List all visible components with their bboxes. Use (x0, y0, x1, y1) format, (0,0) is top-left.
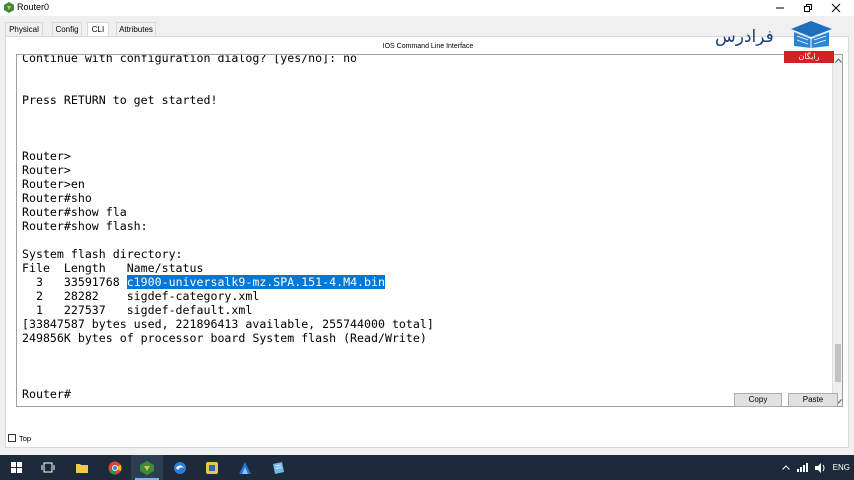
terminal-scrollbar[interactable] (832, 55, 842, 406)
packet-tracer-icon (140, 460, 154, 475)
terminal-line: Continue with configuration dialog? [yes… (22, 54, 822, 65)
terminal-line: Router>en (22, 177, 822, 191)
browser-button[interactable] (164, 455, 196, 480)
task-view-icon (41, 462, 55, 473)
restore-icon (804, 4, 812, 12)
terminal-line-text: System flash directory: (22, 247, 183, 261)
packet-tracer-app-icon (4, 2, 14, 13)
terminal-line-text: Router#show fla (22, 205, 127, 219)
terminal-line: Router#show fla (22, 205, 822, 219)
chrome-button[interactable] (99, 455, 131, 480)
top-checkbox[interactable] (8, 434, 16, 442)
terminal-line-text: Press RETURN to get started! (22, 93, 218, 107)
chevron-up-icon[interactable] (781, 465, 790, 470)
tab-physical[interactable]: Physical (5, 22, 43, 37)
terminal-line-text: Router#show flash: (22, 219, 148, 233)
draw-app-button[interactable] (229, 455, 261, 480)
terminal-line-text: 3 33591768 (22, 275, 127, 289)
packet-tracer-taskbar-button[interactable] (131, 455, 163, 480)
terminal-line: 1 227537 sigdef-default.xml (22, 303, 822, 317)
terminal-line: 3 33591768 c1900-universalk9-mz.SPA.151-… (22, 275, 822, 289)
terminal-line: Router# (22, 387, 822, 401)
maximize-button[interactable] (794, 0, 822, 16)
start-button[interactable] (0, 455, 32, 480)
terminal-line-text: Router>en (22, 177, 85, 191)
notes-icon (273, 461, 284, 474)
terminal-line-text: Router# (22, 387, 71, 401)
edge-icon (174, 461, 186, 474)
scroll-thumb[interactable] (835, 344, 841, 382)
selected-text[interactable]: c1900-universalk9-mz.SPA.151-4.M4.bin (126, 275, 385, 289)
copy-button[interactable]: Copy (734, 393, 782, 407)
terminal-line-text: 1 227537 sigdef-default.xml (22, 303, 253, 317)
logo-text: فرادرس (715, 27, 774, 47)
free-badge: رایگان (784, 51, 834, 63)
terminal-line: Router#show flash: (22, 219, 822, 233)
terminal-line: Router#sho (22, 191, 822, 205)
terminal-line-text: [33847587 bytes used, 221896413 availabl… (22, 317, 434, 331)
terminal-output[interactable]: Continue with configuration dialog? [yes… (22, 54, 822, 401)
terminal-line: Press RETURN to get started! (22, 93, 822, 107)
close-icon (831, 3, 841, 13)
app-button[interactable] (196, 455, 228, 480)
system-tray: ENG (781, 455, 850, 480)
tab-config[interactable]: Config (52, 22, 82, 37)
terminal-line-text: 2 28282 sigdef-category.xml (22, 289, 260, 303)
notes-app-button[interactable] (262, 455, 294, 480)
terminal-line: [33847587 bytes used, 221896413 availabl… (22, 317, 822, 331)
terminal-line: File Length Name/status (22, 261, 822, 275)
terminal-line-text: File Length Name/status (22, 261, 204, 275)
minimize-icon (776, 7, 784, 9)
faradars-logo: فرادرس رایگان (712, 17, 846, 65)
terminal-line: System flash directory: (22, 247, 822, 261)
top-checkbox-label: Top (19, 434, 32, 443)
app-icon (206, 461, 218, 474)
router-window: Router0 Physical Config CLI Attributes I… (0, 0, 854, 455)
terminal-line-text: Router#sho (22, 191, 92, 205)
terminal-line-text: Continue with configuration dialog? [yes… (22, 54, 358, 65)
file-explorer-button[interactable] (66, 455, 98, 480)
folder-icon (76, 463, 88, 473)
terminal-line: 249856K bytes of processor board System … (22, 331, 822, 345)
windows-start-icon (10, 462, 22, 473)
terminal-line-text: 249856K bytes of processor board System … (22, 331, 427, 345)
book-logo-icon (791, 21, 832, 48)
terminal-line: Router> (22, 149, 822, 163)
terminal-line: Router> (22, 163, 822, 177)
chrome-icon (108, 461, 122, 474)
tab-attributes[interactable]: Attributes (116, 22, 156, 37)
terminal-line-text: Router> (22, 163, 71, 177)
paste-button[interactable]: Paste (788, 393, 838, 407)
terminal-line: 2 28282 sigdef-category.xml (22, 289, 822, 303)
task-view-button[interactable] (32, 455, 64, 480)
language-indicator[interactable]: ENG (833, 463, 850, 472)
title-bar[interactable]: Router0 (0, 0, 854, 16)
cli-terminal[interactable]: Continue with configuration dialog? [yes… (16, 54, 843, 407)
draw-icon (239, 461, 251, 474)
window-title: Router0 (17, 2, 50, 12)
windows-taskbar: ENG (0, 455, 854, 480)
tab-cli[interactable]: CLI (87, 22, 109, 37)
network-icon[interactable] (796, 463, 808, 472)
close-button[interactable] (822, 0, 850, 16)
volume-icon[interactable] (814, 462, 826, 473)
minimize-button[interactable] (766, 0, 794, 16)
cli-panel: IOS Command Line Interface Continue with… (5, 36, 849, 448)
terminal-line-text: Router> (22, 149, 71, 163)
